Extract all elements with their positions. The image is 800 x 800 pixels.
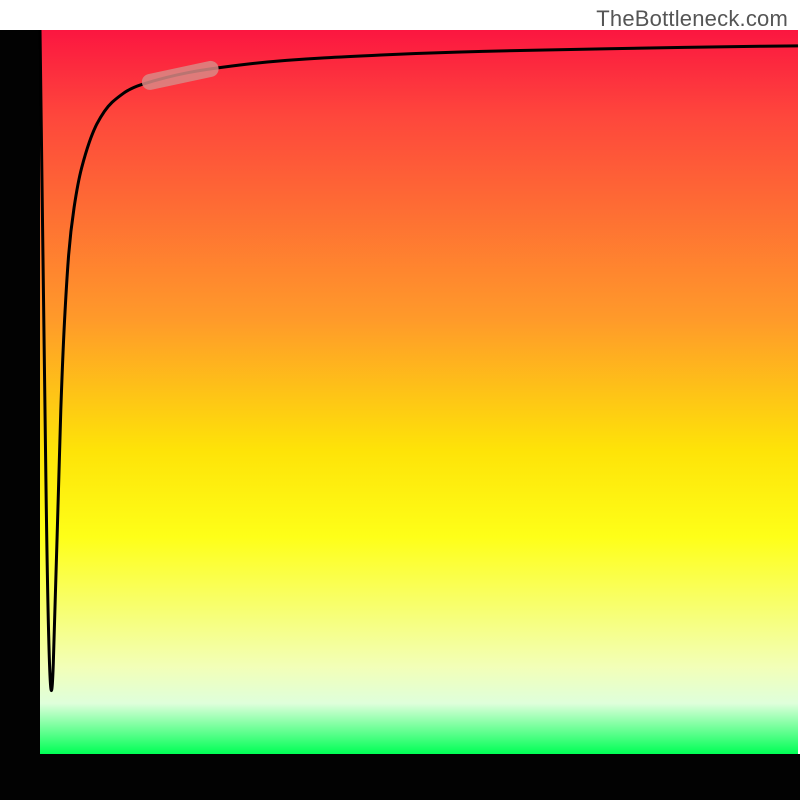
x-axis — [0, 754, 800, 800]
plot-background — [40, 30, 798, 754]
chart-frame: TheBottleneck.com — [0, 0, 800, 800]
attribution-text: TheBottleneck.com — [596, 6, 788, 32]
bottleneck-chart — [0, 0, 800, 800]
y-axis — [0, 30, 40, 760]
